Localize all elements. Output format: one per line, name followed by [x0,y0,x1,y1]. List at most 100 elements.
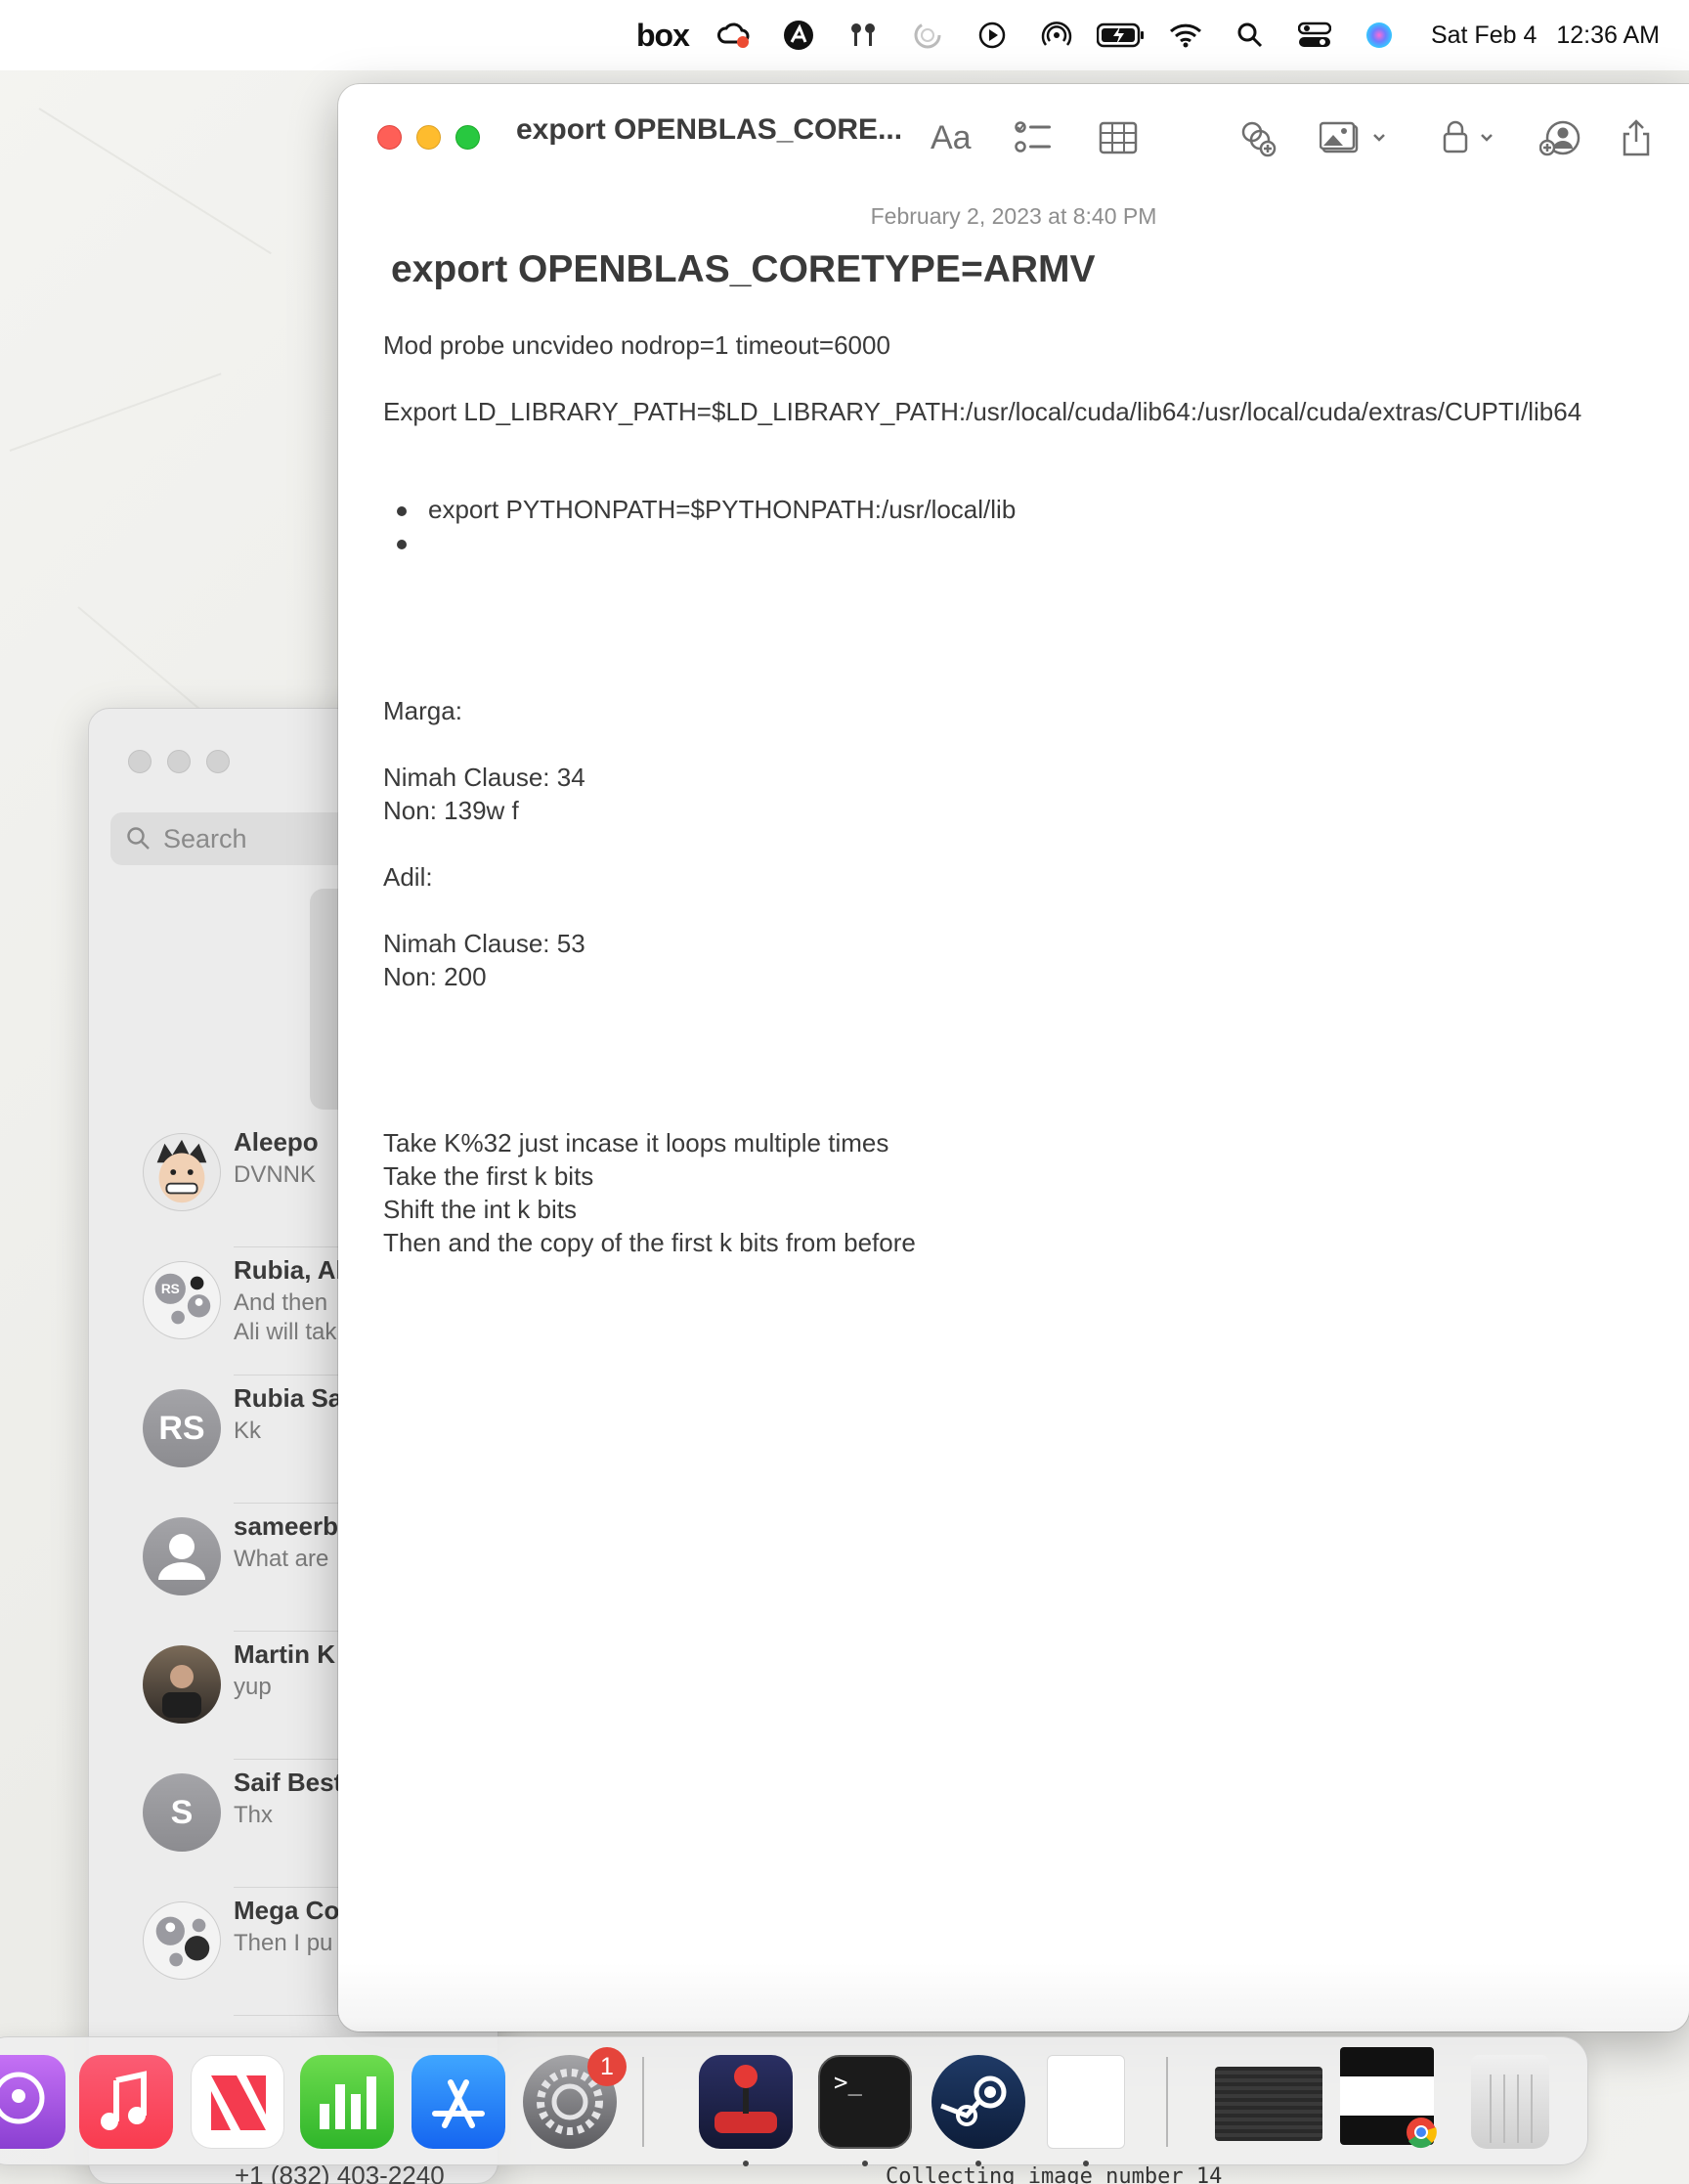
conversation-preview: Kk [234,1418,262,1444]
initials-avatar: S [143,1773,221,1852]
initials-avatar: RS [143,1389,221,1467]
conversation-name: Aleepo [234,1127,319,1157]
notes-bottom-fade [338,1963,1689,2031]
conversation-preview: DVNNK [234,1161,317,1188]
terminal-prompt: >_ [834,2069,862,2096]
notes-window: export OPENBLAS_CORE... Aa February 2, 2… [338,84,1689,2031]
note-line[interactable]: Non: 139w f [383,796,519,826]
conversation-name: sameerb [234,1511,338,1541]
preview-line: Ali will tak [234,1319,337,1345]
note-line[interactable]: Nimah Clause: 53 [383,929,585,959]
terminal-icon[interactable]: >_ [818,2055,912,2149]
conversation-preview: What are [234,1546,329,1572]
checklist-icon[interactable] [1011,113,1058,162]
play-icon[interactable] [960,0,1024,70]
note-bullet-item[interactable]: export PYTHONPATH=$PYTHONPATH:/usr/local… [428,495,1016,525]
search-icon[interactable] [1218,0,1282,70]
wifi-icon[interactable] [1153,0,1218,70]
note-line[interactable]: Take K%32 just incase it loops multiple … [383,1128,888,1158]
browser-thumbnail-icon[interactable] [1340,2047,1437,2149]
conversation-preview: Then I pu [234,1930,333,1956]
news-icon[interactable] [191,2055,284,2149]
media-icon[interactable] [1318,113,1394,162]
note-line[interactable]: Nimah Clause: 34 [383,763,585,793]
conversation-name: Martin K [234,1639,335,1669]
svg-text:RS: RS [161,1282,180,1296]
battery-icon[interactable] [1089,0,1153,70]
notes-window-title: export OPENBLAS_CORE... [516,113,903,146]
share-person-icon[interactable] [1537,113,1585,162]
menubar-date[interactable]: Sat Feb 4 [1431,0,1537,70]
minimize-button[interactable] [167,750,191,773]
cartoon-avatar [143,1133,221,1211]
terminal-output-text: Collecting image number 14 [886,2164,1223,2184]
creative-cloud-icon[interactable] [702,0,766,70]
progress-icon[interactable] [895,0,960,70]
note-line[interactable]: Export LD_LIBRARY_PATH=$LD_LIBRARY_PATH:… [383,397,1581,427]
messages-window-controls [128,750,230,773]
wallpaper-stroke [9,372,222,452]
note-line[interactable]: Then and the copy of the first k bits fr… [383,1228,916,1258]
conversation-name: Rubia Sa [234,1383,343,1413]
lock-icon[interactable] [1439,113,1501,162]
note-heading[interactable]: export OPENBLAS_CORETYPE=ARMV [391,248,1096,291]
note-line[interactable]: Take the first k bits [383,1161,593,1192]
notes-toolbar: export OPENBLAS_CORE... Aa [338,84,1689,192]
steam-icon[interactable] [931,2055,1025,2149]
note-line[interactable]: Marga: [383,696,462,726]
collaborate-icon[interactable] [1234,113,1280,162]
dock-divider [1166,2057,1168,2147]
box-label: box [636,17,690,53]
search-placeholder: Search [163,823,247,853]
note-line[interactable]: Adil: [383,862,433,893]
close-button[interactable] [128,750,152,773]
note-date: February 2, 2023 at 8:40 PM [870,203,1157,229]
numbers-icon[interactable] [300,2055,394,2149]
format-button[interactable]: Aa [931,113,972,162]
note-line[interactable]: Non: 200 [383,962,487,992]
close-button[interactable] [377,125,402,150]
search-icon [127,827,150,850]
airpods-icon[interactable] [831,0,895,70]
bullet-marker [397,540,407,549]
conversation-name: Rubia, Al [234,1255,343,1285]
siri-icon[interactable] [1347,0,1411,70]
conversation-preview: yup [234,1674,272,1700]
group-avatar [143,1901,221,1980]
joystick-app-icon[interactable] [699,2055,793,2149]
zoom-button[interactable] [455,125,480,150]
menubar-time[interactable]: 12:36 AM [1556,0,1660,70]
dock: 1 >_ [0,2036,1588,2166]
trash-icon[interactable] [1471,2055,1549,2149]
notification-badge: 1 [587,2047,627,2086]
podcasts-icon[interactable] [0,2055,65,2149]
group-avatar: RS [143,1261,221,1339]
box-icon[interactable]: box [624,0,702,70]
conversation-name: Mega Co [234,1896,340,1925]
document-icon[interactable] [1047,2055,1125,2149]
note-line[interactable]: Mod probe uncvideo nodrop=1 timeout=6000 [383,330,890,361]
person-avatar [143,1517,221,1595]
share-icon[interactable] [1615,113,1658,162]
note-line[interactable]: Shift the int k bits [383,1195,577,1225]
minimize-button[interactable] [416,125,441,150]
preview-line: And then [234,1289,328,1316]
dock-divider [642,2057,644,2147]
table-icon[interactable] [1095,113,1142,162]
wallpaper-stroke [38,108,272,255]
bullet-marker [397,506,407,516]
running-indicator [862,2161,868,2166]
conversation-name: Saif Best [234,1768,343,1797]
conversation-preview: And then Ali will tak [234,1289,336,1347]
app-store-icon[interactable] [411,2055,505,2149]
airdrop-icon[interactable] [1024,0,1089,70]
menu-bar: box Sat Feb 4 12:36 AM [0,0,1689,70]
music-icon[interactable] [79,2055,173,2149]
screen-thumbnail-icon[interactable] [1215,2067,1322,2141]
autodesk-icon[interactable] [766,0,831,70]
photo-avatar [143,1645,221,1724]
control-center-icon[interactable] [1282,0,1347,70]
running-indicator [743,2161,749,2166]
zoom-button[interactable] [206,750,230,773]
system-settings-icon[interactable]: 1 [523,2047,627,2149]
